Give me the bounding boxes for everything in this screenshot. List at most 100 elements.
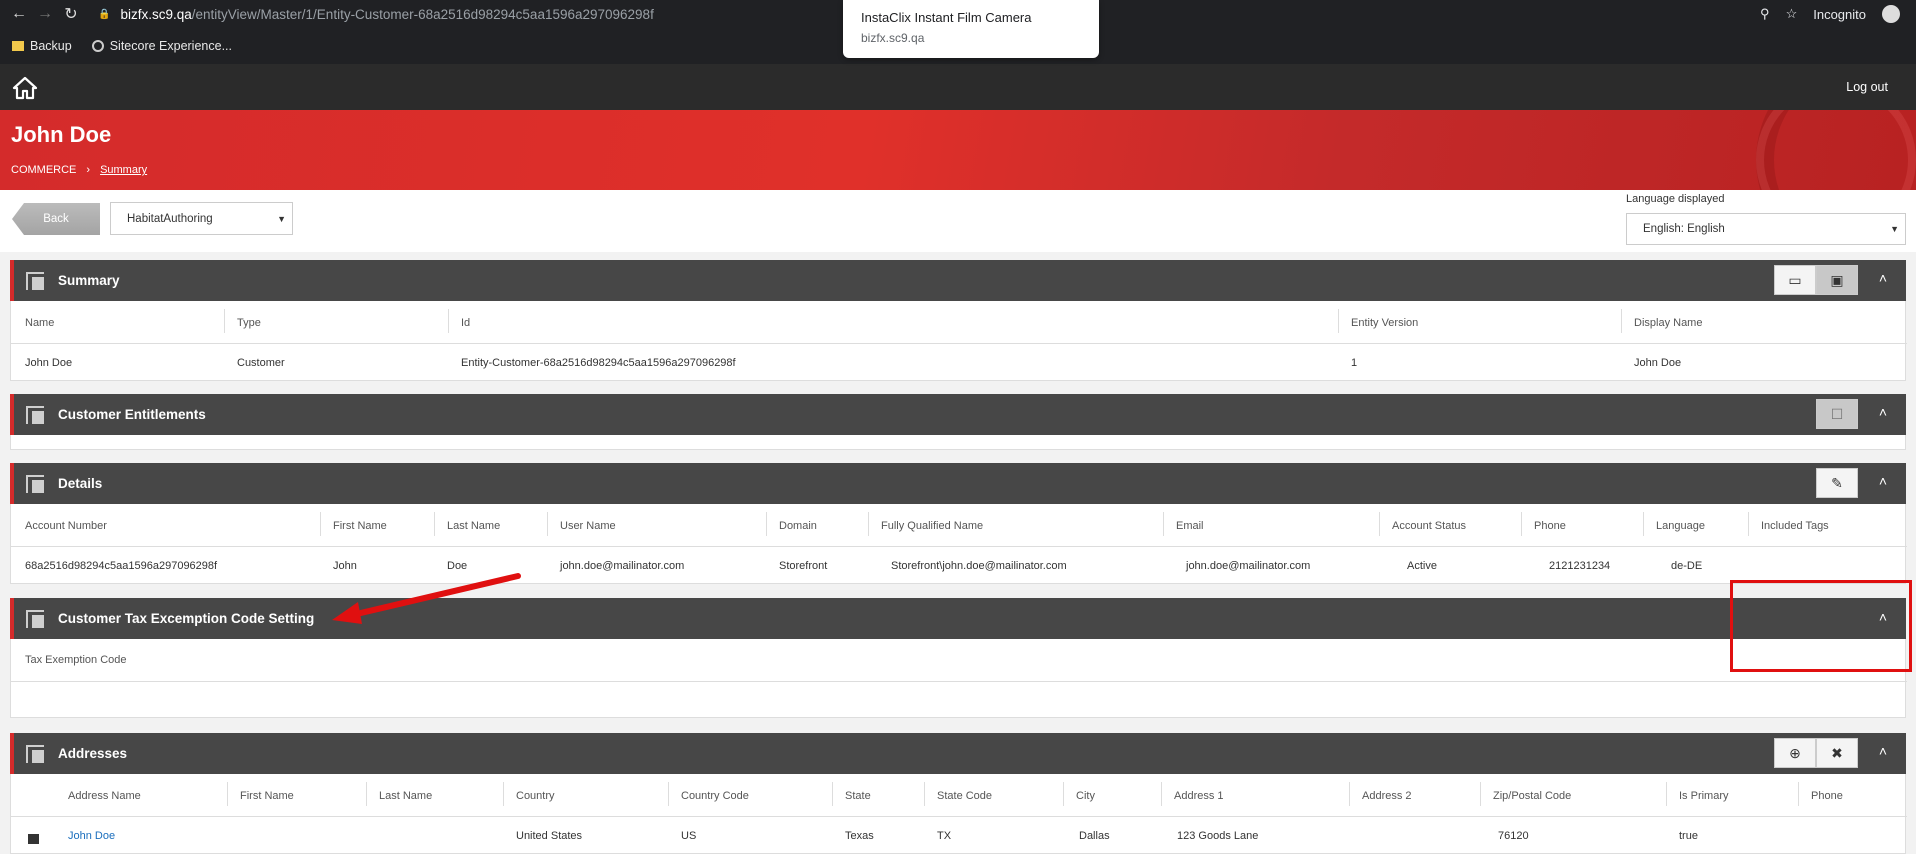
url-host: bizfx.sc9.qa bbox=[120, 6, 192, 22]
edit-icon[interactable]: ✎ bbox=[1816, 468, 1858, 498]
entitlements-panel-body bbox=[10, 435, 1906, 450]
entitlements-title: Customer Entitlements bbox=[58, 407, 206, 422]
table-cell: Customer bbox=[237, 357, 285, 369]
col-header: First Name bbox=[333, 520, 387, 532]
bookmark-backup[interactable]: Backup bbox=[12, 39, 72, 53]
col-header: Account Status bbox=[1392, 520, 1466, 532]
breadcrumb-current[interactable]: Summary bbox=[100, 164, 147, 176]
table-cell: john.doe@mailinator.com bbox=[1186, 560, 1311, 572]
table-cell: TX bbox=[937, 830, 952, 842]
page-header-banner: John Doe COMMERCE › Summary bbox=[0, 110, 1916, 190]
tab-hover-tooltip: InstaClix Instant Film Camera bizfx.sc9.… bbox=[843, 0, 1099, 58]
url-path: /entityView/Master/1/Entity-Customer-68a… bbox=[191, 6, 654, 22]
reload-icon[interactable]: ↻ bbox=[58, 4, 84, 24]
tax-panel-header: Customer Tax Excemption Code Setting bbox=[10, 598, 1906, 639]
col-header: Address 2 bbox=[1362, 790, 1412, 802]
chevron-up-icon[interactable]: ˄ bbox=[1873, 743, 1893, 763]
col-header: City bbox=[1076, 790, 1095, 802]
addresses-title: Addresses bbox=[58, 746, 128, 761]
col-header: Tax Exemption Code bbox=[25, 654, 127, 666]
addresses-panel-header: Addresses bbox=[10, 733, 1906, 774]
table-cell: John Doe bbox=[25, 357, 73, 369]
breadcrumb-root[interactable]: COMMERCE bbox=[11, 164, 76, 176]
environment-value: HabitatAuthoring bbox=[127, 212, 213, 225]
environment-select[interactable]: HabitatAuthoring ▼ bbox=[110, 202, 293, 235]
forward-arrow-icon[interactable]: → bbox=[32, 5, 58, 23]
grid-icon bbox=[26, 405, 44, 424]
table-cell: Texas bbox=[845, 830, 874, 842]
tax-panel-body: Tax Exemption Code bbox=[10, 639, 1907, 718]
tag-icon[interactable]: ☐ bbox=[1816, 399, 1858, 429]
summary-panel-body: Name Type Id Entity Version Display Name… bbox=[10, 301, 1907, 381]
col-header: Account Number bbox=[25, 520, 107, 532]
col-header: Display Name bbox=[1634, 317, 1703, 329]
chevron-up-icon[interactable]: ˄ bbox=[1873, 404, 1893, 424]
entity-toolbar: Back HabitatAuthoring ▼ Language display… bbox=[0, 190, 1916, 252]
summary-panel-header: Summary bbox=[10, 260, 1906, 301]
close-icon[interactable]: ✖ bbox=[1816, 738, 1858, 768]
summary-title: Summary bbox=[58, 273, 120, 288]
logout-link[interactable]: Log out bbox=[1846, 80, 1888, 94]
table-cell: de-DE bbox=[1671, 560, 1703, 572]
caret-down-icon: ▼ bbox=[1890, 224, 1899, 234]
bookmark-label: Backup bbox=[30, 39, 72, 53]
col-header: State Code bbox=[937, 790, 993, 802]
chevron-up-icon[interactable]: ˄ bbox=[1873, 609, 1893, 629]
zoom-icon[interactable]: ⚲ bbox=[1760, 6, 1770, 22]
window-icon[interactable]: ▭ bbox=[1774, 265, 1816, 295]
col-header: Fully Qualified Name bbox=[881, 520, 984, 532]
address-row-icon bbox=[28, 834, 39, 844]
chevron-right-icon: › bbox=[86, 164, 91, 176]
tooltip-title: InstaClix Instant Film Camera bbox=[861, 10, 1032, 25]
col-header: Zip/Postal Code bbox=[1493, 790, 1572, 802]
col-header: Last Name bbox=[447, 520, 501, 532]
grid-icon bbox=[26, 474, 44, 493]
table-cell: United States bbox=[516, 830, 583, 842]
language-select[interactable]: English: English ▼ bbox=[1626, 213, 1906, 245]
col-header: Address 1 bbox=[1174, 790, 1224, 802]
grid-icon bbox=[26, 609, 44, 628]
col-header: Address Name bbox=[68, 790, 141, 802]
star-icon[interactable]: ☆ bbox=[1786, 6, 1798, 22]
table-cell: Storefront bbox=[779, 560, 828, 572]
grid-icon bbox=[26, 271, 44, 290]
details-panel-header: Details bbox=[10, 463, 1906, 504]
tax-title: Customer Tax Excemption Code Setting bbox=[58, 611, 315, 626]
back-arrow-icon[interactable]: ← bbox=[6, 5, 32, 23]
col-header: Domain bbox=[779, 520, 817, 532]
col-header: First Name bbox=[240, 790, 294, 802]
table-cell: John Doe bbox=[1634, 357, 1682, 369]
banner-decoration bbox=[1756, 110, 1916, 190]
chevron-up-icon[interactable]: ˄ bbox=[1873, 473, 1893, 493]
lock-icon: 🔒 bbox=[98, 8, 111, 20]
app-topbar: Log out bbox=[0, 64, 1916, 110]
address-name-link[interactable]: John Doe bbox=[68, 830, 115, 842]
table-cell: 68a2516d98294c5aa1596a297096298f bbox=[25, 560, 218, 572]
col-header: Id bbox=[461, 317, 471, 329]
back-button[interactable]: Back bbox=[12, 203, 100, 235]
col-header: Entity Version bbox=[1351, 317, 1419, 329]
breadcrumb: COMMERCE › Summary bbox=[11, 164, 147, 176]
home-icon[interactable] bbox=[12, 76, 38, 100]
col-header: Language bbox=[1656, 520, 1705, 532]
col-header: Country bbox=[516, 790, 555, 802]
language-value: English: English bbox=[1643, 223, 1725, 235]
page-title: John Doe bbox=[11, 122, 112, 147]
chevron-up-icon[interactable]: ˄ bbox=[1873, 270, 1893, 290]
details-title: Details bbox=[58, 476, 103, 491]
incognito-icon[interactable] bbox=[1882, 5, 1900, 23]
col-header: Email bbox=[1176, 520, 1204, 532]
bookmark-sitecore[interactable]: Sitecore Experience... bbox=[91, 39, 232, 53]
table-cell: 76120 bbox=[1498, 830, 1529, 842]
add-icon[interactable]: ⊕ bbox=[1774, 738, 1816, 768]
caret-down-icon: ▼ bbox=[277, 213, 286, 224]
col-header: Name bbox=[25, 317, 55, 329]
addresses-panel-body: Address Name First Name Last Name Countr… bbox=[10, 774, 1907, 854]
table-cell: 123 Goods Lane bbox=[1177, 830, 1259, 842]
table-cell: john.doe@mailinator.com bbox=[560, 560, 685, 572]
globe-icon bbox=[91, 40, 104, 52]
col-header: Country Code bbox=[681, 790, 749, 802]
col-header: Phone bbox=[1811, 790, 1843, 802]
address-bar[interactable]: 🔒 bizfx.sc9.qa/entityView/Master/1/Entit… bbox=[98, 7, 654, 22]
archive-icon[interactable]: ▣ bbox=[1816, 265, 1858, 295]
